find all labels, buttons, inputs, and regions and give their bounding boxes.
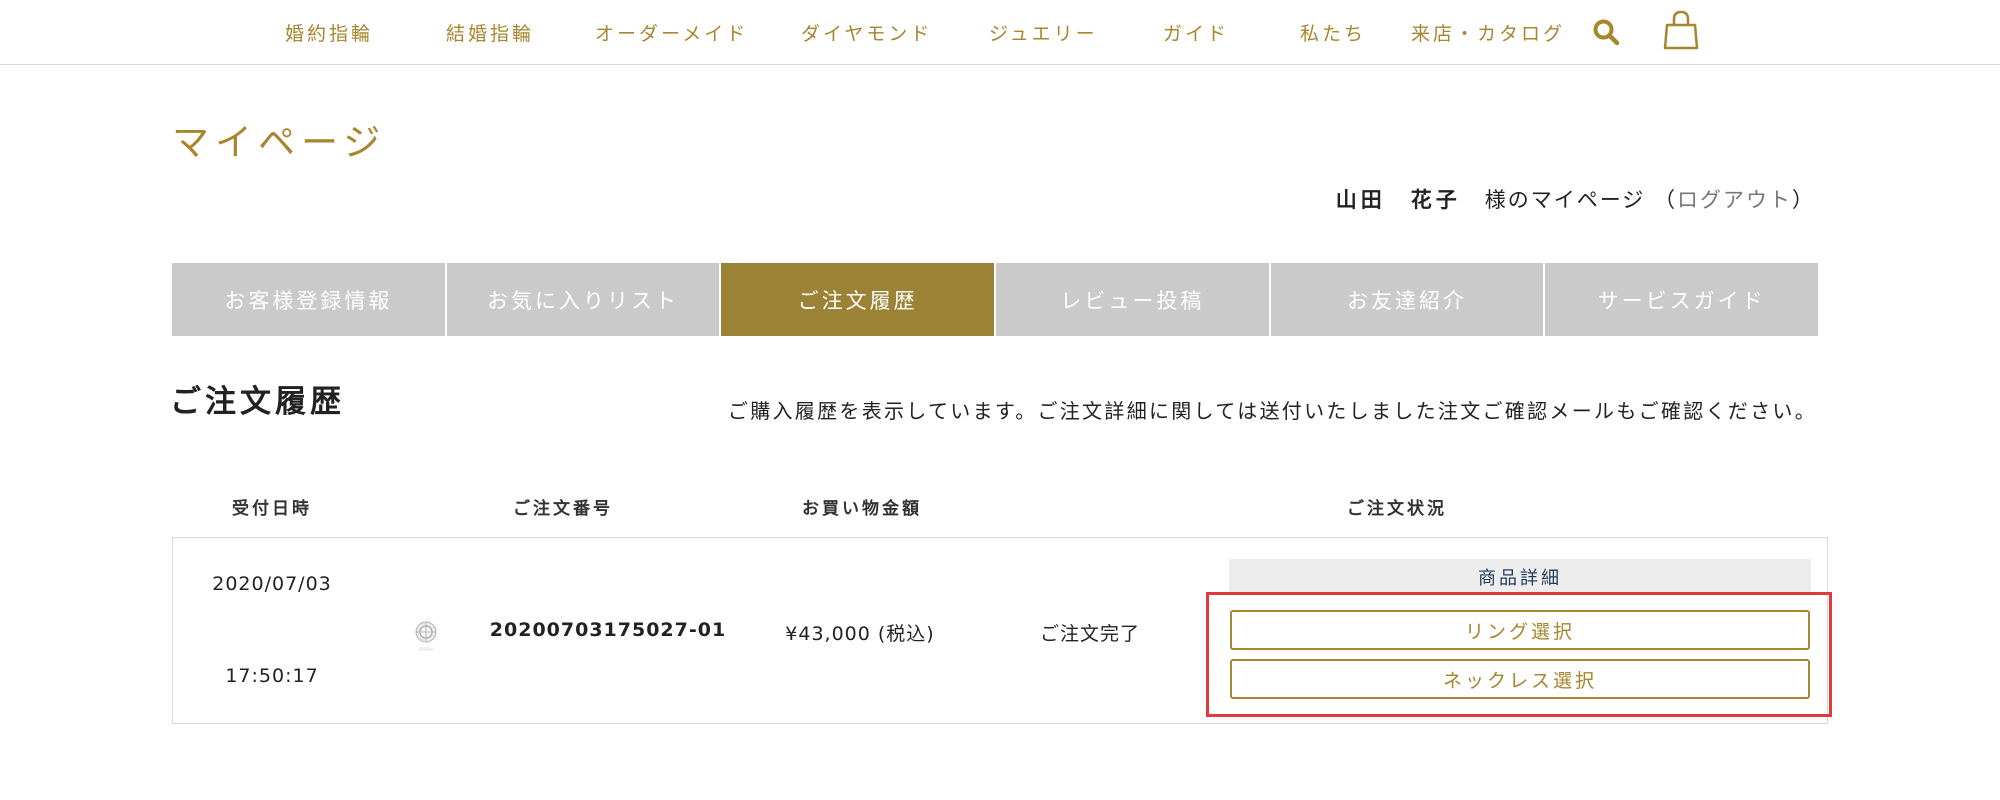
mypage-tabs: お客様登録情報 お気に入りリスト ご注文履歴 レビュー投稿 お友達紹介 サービス… — [172, 263, 1819, 336]
top-navigation: 婚約指輪 結婚指輪 オーダーメイド ダイヤモンド ジュエリー ガイド 私たち 来… — [0, 0, 2000, 65]
tab-favorites[interactable]: お気に入りリスト — [446, 263, 722, 336]
nav-item-about-us[interactable]: 私たち — [1300, 19, 1366, 46]
user-suffix: 様のマイページ — [1484, 188, 1646, 212]
logout-paren-open: （ — [1654, 188, 1677, 212]
logout-link[interactable]: ログアウト — [1677, 188, 1792, 212]
product-detail-button[interactable]: 商品詳細 — [1229, 559, 1811, 595]
shopping-bag-icon[interactable] — [1662, 10, 1700, 50]
header-received-datetime: 受付日時 — [232, 499, 312, 519]
page-title: マイページ — [172, 121, 387, 164]
user-greeting: 山田 花子 様のマイページ （ログアウト） — [1336, 184, 1815, 214]
header-purchase-amount: お買い物金額 — [802, 499, 922, 519]
tab-order-history[interactable]: ご注文履歴 — [721, 263, 997, 336]
section-title: ご注文履歴 — [170, 384, 345, 420]
tab-customer-info[interactable]: お客様登録情報 — [172, 263, 447, 336]
user-name: 山田 花子 — [1335, 188, 1461, 212]
tab-friend-referral[interactable]: お友達紹介 — [1270, 263, 1546, 336]
nav-item-diamond[interactable]: ダイヤモンド — [801, 19, 932, 46]
order-number: 20200703175027-01 — [489, 619, 727, 641]
nav-item-guide[interactable]: ガイド — [1163, 19, 1229, 46]
order-time: 17:50:17 — [225, 665, 319, 687]
header-order-number: ご注文番号 — [513, 499, 613, 519]
nav-item-engagement-rings[interactable]: 婚約指輪 — [285, 19, 373, 46]
nav-item-visit-catalog[interactable]: 来店・カタログ — [1411, 19, 1565, 46]
order-status: ご注文完了 — [1039, 623, 1141, 645]
nav-item-wedding-rings[interactable]: 結婚指輪 — [446, 19, 534, 46]
product-thumbnail-image — [415, 621, 437, 651]
order-date: 2020/07/03 — [212, 573, 332, 595]
order-amount: ¥43,000 (税込) — [785, 623, 935, 645]
tab-review-post[interactable]: レビュー投稿 — [996, 263, 1271, 336]
ring-select-button[interactable]: リング選択 — [1230, 610, 1810, 650]
tab-service-guide[interactable]: サービスガイド — [1545, 263, 1819, 336]
nav-item-jewelry[interactable]: ジュエリー — [989, 19, 1098, 46]
logout-paren-close: ） — [1792, 188, 1815, 212]
section-description: ご購入履歴を表示しています。ご注文詳細に関しては送付いたしました注文ご確認メール… — [727, 399, 1817, 423]
search-icon[interactable] — [1592, 18, 1620, 46]
nav-item-order-made[interactable]: オーダーメイド — [595, 19, 748, 46]
necklace-select-button[interactable]: ネックレス選択 — [1230, 659, 1810, 699]
header-order-status: ご注文状況 — [1347, 499, 1447, 519]
